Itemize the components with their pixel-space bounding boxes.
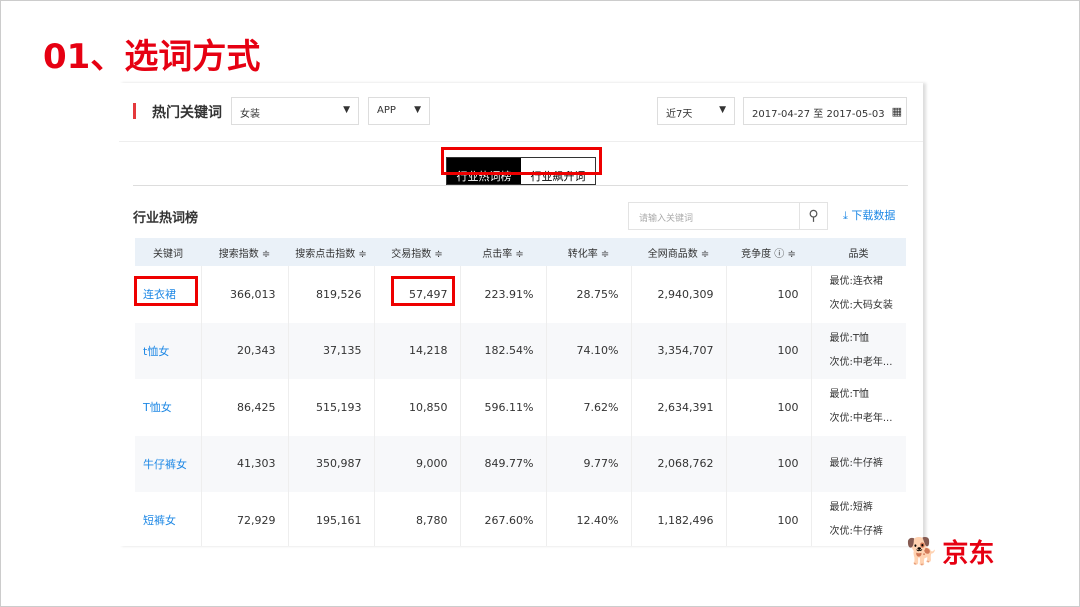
category-text: 次优:牛仔裤	[829, 526, 883, 538]
platform-value: APP	[377, 105, 396, 116]
table-cell: 195,161	[288, 492, 375, 546]
table-cell: 3,354,707	[631, 322, 727, 379]
table-row: 牛仔裤女 41,303 350,987 9,000 849.77% 9.77% 2,068,…	[135, 435, 906, 492]
section-title: 行业热词榜	[133, 211, 199, 226]
keyword-link[interactable]: T恤女	[135, 379, 202, 436]
table-cell: 350,987	[288, 435, 375, 492]
table-cell: 100	[726, 379, 812, 436]
table-cell: 28.75%	[546, 266, 632, 323]
category-text: 次优:中老年...	[829, 413, 893, 425]
highlight-box	[441, 147, 602, 175]
slide-title: 01、选词方式	[43, 37, 261, 77]
table-cell: 515,193	[288, 379, 375, 436]
category-text: 最优:牛仔裤	[829, 457, 883, 469]
column-header[interactable]: 搜索指数 ≑	[201, 238, 288, 266]
keyword-link[interactable]: 短裤女	[135, 492, 202, 546]
table-cell: 596.11%	[460, 379, 547, 436]
table-cell: 20,343	[201, 322, 289, 379]
category-cell: 最优:短裤次优:牛仔裤	[811, 492, 906, 546]
divider	[133, 185, 908, 186]
table-cell: 41,303	[201, 435, 289, 492]
hot-keywords-panel: 热门关键词 女装 ▼ APP ▼ 近7天 ▼ 2017-04-27 至 2017-05…	[119, 83, 923, 546]
table-cell: 819,526	[288, 266, 375, 323]
keyword-link[interactable]: t恤女	[135, 322, 202, 379]
category-text: 次优:中老年...	[829, 356, 893, 368]
category-text: 最优:连衣裙	[829, 276, 883, 288]
table-cell: 9,000	[374, 435, 461, 492]
table-cell: 849.77%	[460, 435, 547, 492]
category-text: 最优:T恤	[829, 332, 869, 344]
column-header[interactable]: 转化率 ≑	[546, 238, 631, 266]
table-cell: 267.60%	[460, 492, 547, 546]
category-cell: 最优:牛仔裤	[811, 435, 906, 492]
table-cell: 223.91%	[460, 266, 547, 323]
highlight-box	[391, 276, 455, 306]
date-range-picker[interactable]: 2017-04-27 至 2017-05-03 ▦	[743, 97, 907, 125]
table-cell: 72,929	[201, 492, 289, 546]
period-select[interactable]: 近7天 ▼	[657, 97, 735, 125]
table-cell: 182.54%	[460, 322, 547, 379]
search-icon[interactable]: ⚲	[799, 203, 827, 229]
date-range-value: 2017-04-27 至 2017-05-03	[752, 109, 885, 120]
table-row: t恤女 20,343 37,135 14,218 182.54% 74.10% 3,354,…	[135, 322, 906, 379]
table-cell: 100	[726, 492, 812, 546]
download-data-link[interactable]: ⤓ 下载数据	[843, 207, 895, 223]
column-header[interactable]: 交易指数 ≑	[374, 238, 460, 266]
category-text: 最优:T恤	[829, 389, 869, 401]
column-header: 品类	[811, 238, 906, 266]
table-row: 短裤女 72,929 195,161 8,780 267.60% 12.40% 1,182,…	[135, 492, 906, 546]
title-accent-bar	[133, 103, 136, 119]
table-cell: 2,068,762	[631, 435, 727, 492]
jd-logo: 🐕 京东	[906, 533, 994, 570]
chevron-down-icon: ▼	[414, 105, 421, 115]
category-cell: 最优:连衣裙 次优:大码女装	[811, 266, 906, 323]
table-cell: 10,850	[374, 379, 461, 436]
platform-select[interactable]: APP ▼	[368, 97, 430, 125]
category-value: 女装	[240, 109, 260, 120]
keyword-search-input[interactable]: 请输入关键词 ⚲	[628, 202, 828, 230]
column-header: 关键词	[135, 238, 201, 266]
jd-dog-icon: 🐕	[906, 536, 939, 567]
period-value: 近7天	[666, 109, 693, 120]
divider	[119, 141, 923, 142]
table-cell: 12.40%	[546, 492, 632, 546]
column-header[interactable]: 搜索点击指数 ≑	[288, 238, 374, 266]
table-row: 连衣裙 366,013 819,526 57,497 223.91% 28.75% 2,94…	[135, 266, 906, 323]
calendar-icon: ▦	[891, 105, 902, 118]
keyword-link[interactable]: 牛仔裤女	[135, 435, 202, 492]
highlight-box	[134, 276, 198, 306]
category-cell: 最优:T恤次优:中老年...	[811, 379, 906, 436]
column-header[interactable]: 竞争度 ⓘ ≑	[726, 238, 811, 266]
table-cell: 100	[726, 266, 812, 323]
table-cell: 74.10%	[546, 322, 632, 379]
table-cell: 100	[726, 322, 812, 379]
download-label: 下载数据	[851, 209, 896, 222]
panel-title: 热门关键词	[152, 105, 222, 121]
table-cell: 1,182,496	[631, 492, 727, 546]
column-header[interactable]: 全网商品数 ≑	[631, 238, 726, 266]
table-cell: 2,940,309	[631, 266, 727, 323]
column-header[interactable]: 点击率 ≑	[460, 238, 546, 266]
chevron-down-icon: ▼	[719, 105, 726, 115]
chevron-down-icon: ▼	[343, 105, 350, 115]
download-icon: ⤓	[843, 209, 848, 222]
table-row: T恤女 86,425 515,193 10,850 596.11% 7.62% 2,634,…	[135, 379, 906, 436]
table-cell: 14,218	[374, 322, 461, 379]
table-cell: 7.62%	[546, 379, 632, 436]
table-cell: 2,634,391	[631, 379, 727, 436]
table-cell: 8,780	[374, 492, 461, 546]
table-cell: 100	[726, 435, 812, 492]
category-select[interactable]: 女装 ▼	[231, 97, 359, 125]
table-cell: 86,425	[201, 379, 289, 436]
logo-text: 京东	[942, 539, 995, 569]
keyword-table: 关键词 搜索指数 ≑ 搜索点击指数 ≑ 交易指数 ≑ 点击率 ≑ 转化率 ≑ 全网商品数 ≑…	[135, 238, 906, 546]
category-cell: 最优:T恤次优:中老年...	[811, 322, 906, 379]
search-placeholder: 请输入关键词	[639, 214, 694, 224]
table-header: 关键词 搜索指数 ≑ 搜索点击指数 ≑ 交易指数 ≑ 点击率 ≑ 转化率 ≑ 全网商品数 ≑…	[135, 238, 906, 266]
category-text: 最优:短裤	[829, 502, 873, 514]
table-cell: 9.77%	[546, 435, 632, 492]
table-cell: 37,135	[288, 322, 375, 379]
category-text: 次优:大码女装	[829, 300, 893, 312]
table-cell: 366,013	[201, 266, 289, 323]
